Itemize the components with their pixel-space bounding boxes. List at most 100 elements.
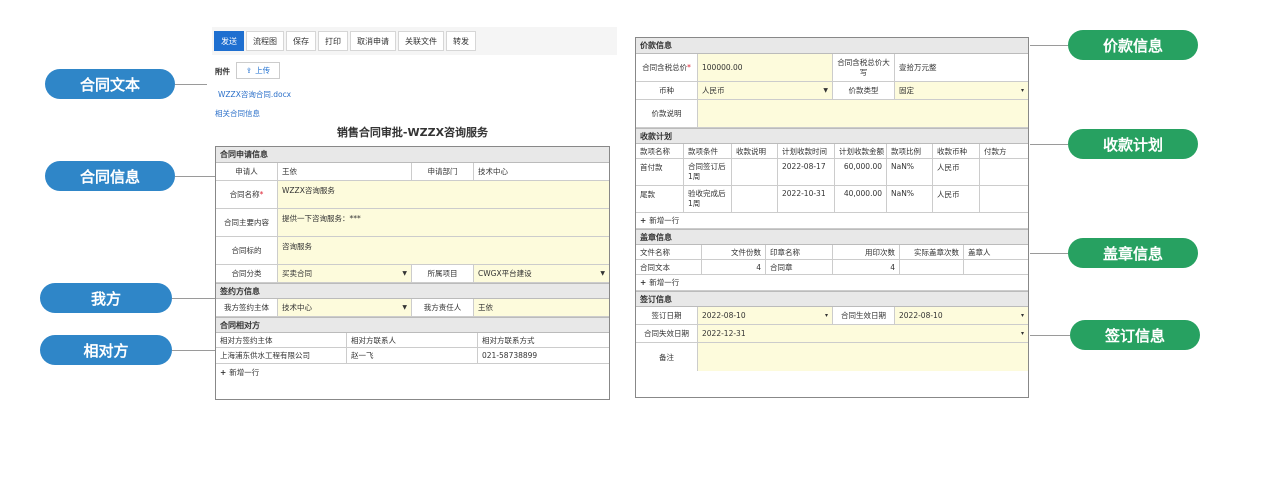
applicant-label: 申请人 xyxy=(216,163,278,180)
our-owner-label: 我方责任人 xyxy=(412,299,474,316)
effective-date-select[interactable]: 2022-08-10 ▾ xyxy=(895,307,1028,324)
page-title: 销售合同审批-WZZX咨询服务 xyxy=(336,126,489,139)
attachment-file-link[interactable]: WZZX咨询合同.docx xyxy=(218,89,291,100)
seal-header: 文件份数 xyxy=(702,245,766,259)
contract-name-input[interactable]: WZZX咨询服务 xyxy=(278,181,609,208)
plan-cell[interactable]: 40,000.00 xyxy=(835,186,887,212)
currency-label: 币种 xyxy=(636,82,698,99)
seal-cell[interactable] xyxy=(900,260,964,274)
plan-header: 计划收款时间 xyxy=(778,144,835,158)
seal-cell[interactable]: 4 xyxy=(702,260,766,274)
save-button[interactable]: 保存 xyxy=(286,31,316,51)
contract-subject-input[interactable]: 咨询服务 xyxy=(278,237,609,264)
expire-date-select[interactable]: 2022-12-31 ▾ xyxy=(698,325,1028,342)
cp-header: 相对方签约主体 xyxy=(216,333,347,347)
related-contract-link[interactable]: 相关合同信息 xyxy=(215,108,260,119)
plan-cell[interactable]: 60,000.00 xyxy=(835,159,887,185)
plan-cell[interactable]: 人民币 xyxy=(933,159,980,185)
upper-label: 合同含税总价大写 xyxy=(833,54,895,81)
plan-cell[interactable]: 验收完成后1周 xyxy=(684,186,732,212)
plan-cell[interactable]: 人民币 xyxy=(933,186,980,212)
seal-cell[interactable]: 合同文本 xyxy=(636,260,702,274)
related-file-button[interactable]: 关联文件 xyxy=(398,31,444,51)
cp-add-row-button[interactable]: + 新增一行 xyxy=(216,364,609,380)
our-owner-input[interactable]: 王依 xyxy=(474,299,609,316)
callout-line xyxy=(175,84,207,85)
plan-cell[interactable] xyxy=(980,159,1028,185)
plan-cell[interactable]: 首付款 xyxy=(636,159,684,185)
seal-add-row-button[interactable]: + 新增一行 xyxy=(636,275,1028,291)
callout-line xyxy=(172,350,217,351)
remark-input[interactable] xyxy=(698,343,1028,371)
callout-line xyxy=(1030,45,1068,46)
contract-content-input[interactable]: 提供一下咨询服务：*** xyxy=(278,209,609,236)
cp-cell[interactable]: 021-58738899 xyxy=(478,348,609,363)
dept-value: 技术中心 xyxy=(478,167,508,176)
plan-cell[interactable]: 2022-08-17 xyxy=(778,159,835,185)
price-note-input[interactable] xyxy=(698,100,1028,127)
plan-cell[interactable] xyxy=(732,186,778,212)
effective-date-label: 合同生效日期 xyxy=(833,307,895,324)
send-button[interactable]: 发送 xyxy=(214,31,244,51)
plus-icon: + xyxy=(640,216,647,225)
plan-header: 款项名称 xyxy=(636,144,684,158)
remark-label: 备注 xyxy=(636,343,698,371)
plus-icon: + xyxy=(640,278,647,287)
table-row: 首付款 合同签订后1周 2022-08-17 60,000.00 NaN% 人民… xyxy=(636,159,1028,186)
upper-value: 壹拾万元整 xyxy=(899,63,937,72)
seal-section: 盖章信息 xyxy=(636,229,1028,245)
plan-cell[interactable]: 2022-10-31 xyxy=(778,186,835,212)
plan-cell[interactable] xyxy=(980,186,1028,212)
currency-select[interactable]: 人民币 ▼ xyxy=(698,82,833,99)
total-input[interactable]: 100000.00 xyxy=(698,54,833,81)
cp-cell[interactable]: 上海浦东供水工程有限公司 xyxy=(216,348,347,363)
project-select[interactable]: CWGX平台建设 ▼ xyxy=(474,265,609,282)
seal-cell[interactable] xyxy=(964,260,1028,274)
price-type-label: 价款类型 xyxy=(833,82,895,99)
project-label: 所属项目 xyxy=(412,265,474,282)
forward-button[interactable]: 转发 xyxy=(446,31,476,51)
plan-cell[interactable]: NaN% xyxy=(887,159,933,185)
seal-cell[interactable]: 4 xyxy=(833,260,900,274)
plan-header: 款项比例 xyxy=(887,144,933,158)
plan-header: 收款说明 xyxy=(732,144,778,158)
plan-cell[interactable]: 合同签订后1周 xyxy=(684,159,732,185)
attachment-label: 附件 xyxy=(215,67,230,76)
callout-counterparty: 相对方 xyxy=(40,335,172,365)
plan-cell[interactable]: 尾款 xyxy=(636,186,684,212)
print-button[interactable]: 打印 xyxy=(318,31,348,51)
plan-cell[interactable] xyxy=(732,159,778,185)
caret-down-icon: ▼ xyxy=(402,270,407,277)
seal-cell[interactable]: 合同章 xyxy=(766,260,833,274)
plan-add-row-button[interactable]: + 新增一行 xyxy=(636,213,1028,229)
cancel-request-button[interactable]: 取消申请 xyxy=(350,31,396,51)
our-entity-select[interactable]: 技术中心 ▼ xyxy=(278,299,412,316)
contract-form: 合同申请信息 申请人 王依 申请部门 技术中心 合同名称 * WZZX咨询服务 合… xyxy=(215,146,610,400)
upload-button[interactable]: ⇪ 上传 xyxy=(236,62,280,79)
callout-contract-text: 合同文本 xyxy=(45,69,175,99)
caret-down-icon: ▼ xyxy=(600,270,605,277)
plan-cell[interactable]: NaN% xyxy=(887,186,933,212)
price-form: 价款信息 合同含税总价 * 100000.00 合同含税总价大写 壹拾万元整 币种… xyxy=(635,37,1029,398)
plan-header: 计划收款金额 xyxy=(835,144,887,158)
signing-section: 签订信息 xyxy=(636,291,1028,307)
caret-down-icon: ▼ xyxy=(823,87,828,94)
price-type-select[interactable]: 固定 ▾ xyxy=(895,82,1028,99)
contract-subject-label: 合同标的 xyxy=(216,237,278,264)
callout-contract-info: 合同信息 xyxy=(45,161,175,191)
seal-header: 盖章人 xyxy=(968,247,991,257)
callout-our-side: 我方 xyxy=(40,283,172,313)
applicant-value: 王依 xyxy=(278,163,412,180)
sign-date-select[interactable]: 2022-08-10 ▾ xyxy=(698,307,833,324)
total-label: 合同含税总价 * xyxy=(636,54,698,81)
callout-line xyxy=(1030,335,1070,336)
our-side-section: 签约方信息 xyxy=(216,283,609,299)
flowchart-button[interactable]: 流程图 xyxy=(246,31,284,51)
expire-date-label: 合同失效日期 xyxy=(636,325,698,342)
cp-cell[interactable]: 赵一飞 xyxy=(347,348,478,363)
table-row: 合同文本 4 合同章 4 xyxy=(636,260,1028,275)
category-select[interactable]: 买卖合同 ▼ xyxy=(278,265,412,282)
price-section: 价款信息 xyxy=(636,38,1028,54)
our-entity-label: 我方签约主体 xyxy=(216,299,278,316)
contract-info-section: 合同申请信息 xyxy=(216,147,609,163)
